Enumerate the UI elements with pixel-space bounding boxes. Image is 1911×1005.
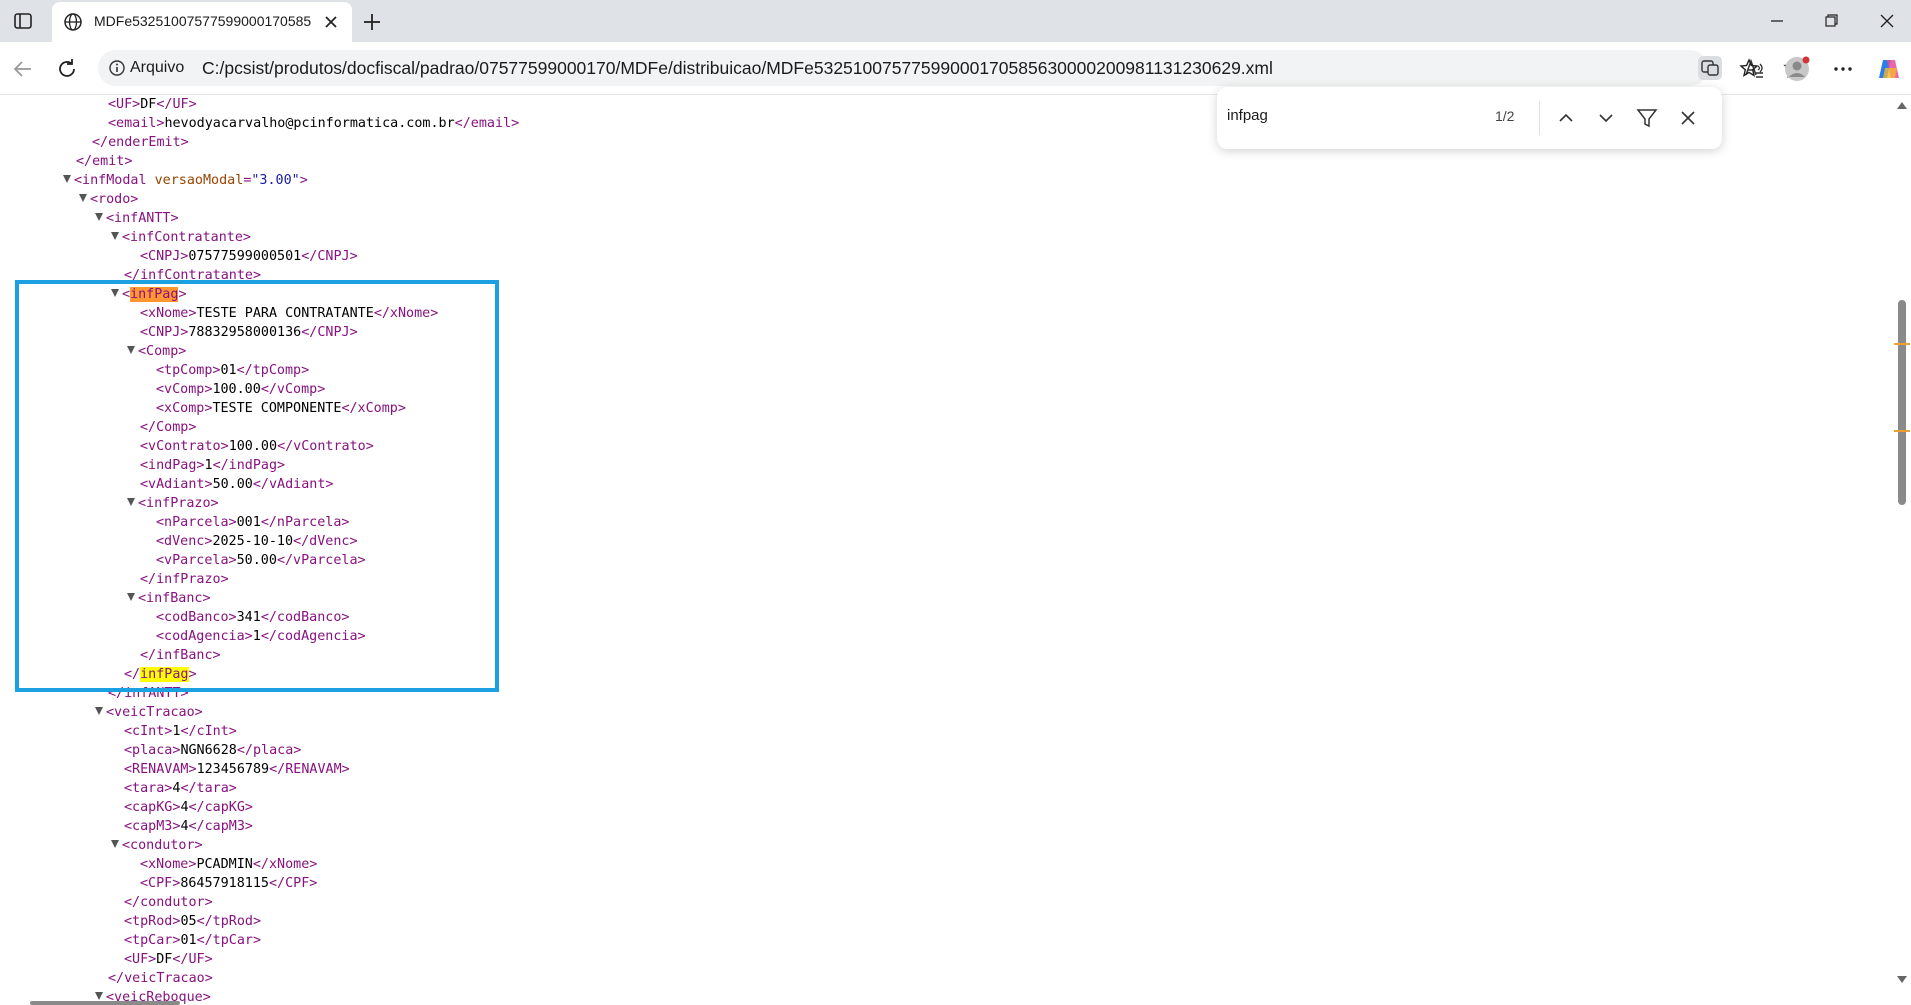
browser-tab[interactable]: MDFe53251007577599000170585 xyxy=(52,2,352,42)
maximize-icon[interactable] xyxy=(1816,8,1846,34)
back-arrow-icon[interactable] xyxy=(8,54,38,84)
xml-line-tara: <tara>4</tara> xyxy=(124,781,237,796)
address-bar[interactable]: Arquivo C:/pcsist/produtos/docfiscal/pad… xyxy=(98,50,1805,86)
favorites-icon[interactable] xyxy=(1738,56,1766,84)
xml-line-veictracao-close: </veicTracao> xyxy=(108,971,213,986)
info-icon[interactable] xyxy=(108,59,126,82)
match-counter: 1/2 xyxy=(1495,108,1515,124)
collapse-triangle-icon[interactable] xyxy=(95,213,103,221)
xml-line-renavam: <RENAVAM>123456789</RENAVAM> xyxy=(124,762,350,777)
scroll-down-arrow-icon[interactable] xyxy=(1893,973,1911,987)
collapse-triangle-icon[interactable] xyxy=(95,992,103,1000)
plus-icon[interactable] xyxy=(358,8,386,36)
xml-line-cpf: <CPF>86457918115</CPF> xyxy=(140,876,318,891)
minimize-icon[interactable] xyxy=(1762,8,1792,34)
scrollbar-thumb[interactable] xyxy=(1898,300,1906,505)
collapse-triangle-icon[interactable] xyxy=(63,175,71,183)
xml-line-capm3: <capM3>4</capM3> xyxy=(124,819,253,834)
annotation-highlight-box xyxy=(15,280,499,692)
filter-icon[interactable] xyxy=(1633,104,1661,132)
close-icon[interactable] xyxy=(1674,104,1702,132)
horizontal-scrollbar-thumb[interactable] xyxy=(30,1001,180,1005)
xml-line-cnpj-contratante: <CNPJ>07577599000501</CNPJ> xyxy=(140,249,358,264)
translate-icon[interactable] xyxy=(1698,56,1722,80)
reload-icon[interactable] xyxy=(52,54,82,84)
close-icon[interactable] xyxy=(320,11,342,33)
match-marker xyxy=(1894,343,1910,345)
xml-line-tprod: <tpRod>05</tpRod> xyxy=(124,914,262,929)
xml-line-uf-veic: <UF>DF</UF> xyxy=(124,952,213,967)
xml-line-enderemit-close: </enderEmit> xyxy=(92,135,189,150)
xml-line-infmodal: <infModal versaoModal="3.00"> xyxy=(0,171,308,190)
url-text[interactable]: C:/pcsist/produtos/docfiscal/padrao/0757… xyxy=(202,58,1273,79)
xml-line-email: <email>hevodyacarvalho@pcinformatica.com… xyxy=(108,116,520,131)
xml-document-view: <UF>DF</UF> <email>hevodyacarvalho@pcinf… xyxy=(0,95,1893,1005)
collapse-triangle-icon[interactable] xyxy=(111,232,119,240)
xml-line-cint: <cInt>1</cInt> xyxy=(124,724,237,739)
chevron-up-icon[interactable] xyxy=(1552,104,1580,132)
chevron-down-icon[interactable] xyxy=(1592,104,1620,132)
xml-line-infcontratante: <infContratante> xyxy=(0,228,251,247)
divider xyxy=(1539,101,1540,135)
globe-icon xyxy=(62,11,84,38)
collapse-triangle-icon[interactable] xyxy=(95,707,103,715)
copilot-icon[interactable] xyxy=(1874,54,1904,84)
xml-line-capkg: <capKG>4</capKG> xyxy=(124,800,253,815)
collapse-triangle-icon[interactable] xyxy=(79,194,87,202)
tab-strip: MDFe53251007577599000170585 xyxy=(0,0,1911,42)
url-scheme-label: Arquivo xyxy=(130,59,185,76)
match-marker xyxy=(1894,430,1910,432)
xml-line-veictracao: <veicTracao> xyxy=(0,703,203,722)
profile-icon[interactable] xyxy=(1782,54,1812,84)
xml-line-infantt: <infANTT> xyxy=(0,209,179,228)
more-icon[interactable] xyxy=(1828,54,1858,84)
xml-line-condutor-xnome: <xNome>PCADMIN</xNome> xyxy=(140,857,318,872)
xml-line-uf: <UF>DF</UF> xyxy=(108,97,197,112)
xml-line-condutor: <condutor> xyxy=(0,836,203,855)
xml-line-tpcar: <tpCar>01</tpCar> xyxy=(124,933,262,948)
xml-line-condutor-close: </condutor> xyxy=(124,895,213,910)
vertical-scrollbar[interactable] xyxy=(1893,95,1911,1005)
xml-line-placa: <placa>NGN6628</placa> xyxy=(124,743,302,758)
find-input[interactable]: infpag xyxy=(1227,107,1268,124)
find-bar: infpag 1/2 xyxy=(1217,87,1722,149)
tab-actions-icon[interactable] xyxy=(10,8,36,34)
scroll-up-arrow-icon[interactable] xyxy=(1893,99,1911,113)
close-window-icon[interactable] xyxy=(1872,8,1902,34)
xml-line-emit-close: </emit> xyxy=(76,154,133,169)
collapse-triangle-icon[interactable] xyxy=(111,840,119,848)
tab-title: MDFe53251007577599000170585 xyxy=(94,13,312,29)
xml-line-rodo: <rodo> xyxy=(0,190,138,209)
